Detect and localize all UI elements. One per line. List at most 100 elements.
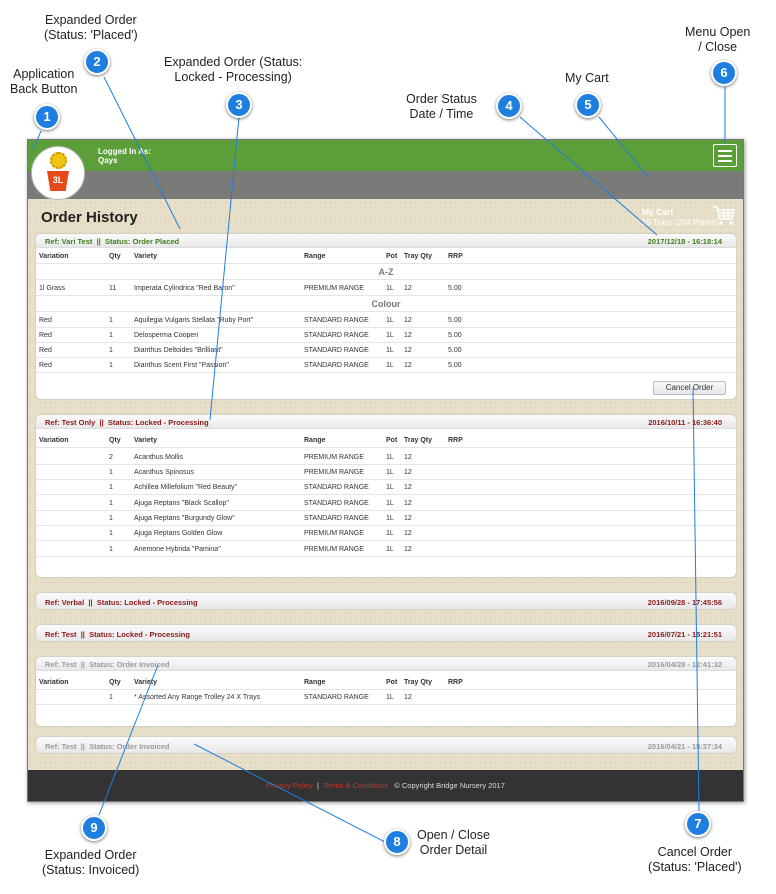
- table-row: Red 1 Delosperma Cooperi STANDARD RANGE …: [36, 328, 736, 343]
- annotation-label-2: Expanded Order (Status: 'Placed'): [44, 13, 138, 43]
- table-row: Red 1 Dianthus Deltoides "Brilliant" STA…: [36, 343, 736, 358]
- cell-qty: 1: [109, 362, 113, 369]
- annotation-badge-5: 5: [575, 92, 601, 118]
- cell-tray-qty: 12: [404, 469, 412, 476]
- cell-tray-qty: 12: [404, 500, 412, 507]
- annotation-label-1-text: Application Back Button: [10, 67, 78, 96]
- menu-icon: [718, 150, 732, 152]
- annotation-label-3: Expanded Order (Status: Locked - Process…: [164, 55, 302, 85]
- cell-variety: Delosperma Cooperi: [134, 332, 199, 339]
- table-row: 1 Ajuga Reptans "Burgundy Glow" STANDARD…: [36, 511, 736, 526]
- cell-range: PREMIUM RANGE: [304, 454, 364, 461]
- cell-tray-qty: 12: [404, 484, 412, 491]
- cell-tray-qty: 12: [404, 454, 412, 461]
- cell-range: PREMIUM RANGE: [304, 530, 364, 537]
- cell-range: PREMIUM RANGE: [304, 285, 364, 292]
- menu-toggle-button[interactable]: [713, 144, 737, 167]
- cell-pot: 1L: [386, 500, 394, 507]
- col-range: Range: [304, 253, 326, 260]
- col-range: Range: [304, 679, 326, 686]
- order-datetime: 2016/04/28 - 12:41:32: [647, 660, 722, 669]
- table-row: Red 1 Dianthus Scent First "Passion" STA…: [36, 358, 736, 373]
- order-header-toggle[interactable]: Ref: Test || Status: Order Invoiced 2016…: [36, 737, 736, 753]
- annotation-label-4-text: Order Status Date / Time: [406, 92, 477, 121]
- col-variety: Variety: [134, 253, 157, 260]
- annotation-label-8: Open / Close Order Detail: [417, 828, 490, 858]
- cell-qty: 1: [109, 515, 113, 522]
- table-header: Variation Qty Variety Range Pot Tray Qty…: [36, 249, 736, 264]
- annotation-label-3-text: Expanded Order (Status: Locked - Process…: [164, 55, 303, 84]
- annotation-badge-7: 7: [685, 811, 711, 837]
- cell-variation: Red: [39, 347, 52, 354]
- col-tray-qty: Tray Qty: [404, 437, 433, 444]
- cell-variety: Achillea Millefolium "Red Beauty": [134, 484, 238, 491]
- annotation-label-7: Cancel Order (Status: 'Placed'): [648, 845, 742, 875]
- col-rrp: RRP: [448, 679, 463, 686]
- cell-tray-qty: 12: [404, 317, 412, 324]
- col-range: Range: [304, 437, 326, 444]
- col-tray-qty: Tray Qty: [404, 679, 433, 686]
- order-sep: ||: [96, 237, 101, 246]
- col-variety: Variety: [134, 679, 157, 686]
- terms-link[interactable]: Terms & Conditions: [323, 781, 388, 790]
- annotation-badge-2: 2: [84, 49, 110, 75]
- annotation-badge-4: 4: [496, 93, 522, 119]
- table-row: 1 * Assorted Any Range Trolley 24 X Tray…: [36, 690, 736, 705]
- logo-pot: 3L: [47, 171, 69, 191]
- cell-rrp: 5.00: [448, 362, 462, 369]
- back-button-logo[interactable]: 3L: [31, 146, 85, 200]
- cell-qty: 1: [109, 694, 113, 701]
- cell-range: PREMIUM RANGE: [304, 469, 364, 476]
- col-variation: Variation: [39, 253, 69, 260]
- annotation-label-2-text: Expanded Order (Status: 'Placed'): [44, 13, 138, 42]
- annotation-label-4: Order Status Date / Time: [406, 92, 477, 122]
- my-cart-link[interactable]: My Cart 19 Trays (204 Plants): [642, 207, 718, 228]
- cell-pot: 1L: [386, 530, 394, 537]
- cell-variation: Red: [39, 332, 52, 339]
- cell-rrp: 5.00: [448, 347, 462, 354]
- table-header: Variation Qty Variety Range Pot Tray Qty…: [36, 675, 736, 690]
- privacy-policy-link[interactable]: Privacy Policy: [266, 781, 313, 790]
- order-header-toggle[interactable]: Ref: Verbal || Status: Locked - Processi…: [36, 593, 736, 609]
- cell-range: STANDARD RANGE: [304, 317, 369, 324]
- footer-sep: |: [316, 781, 319, 790]
- header-bar: Logged In As: Qays: [28, 140, 743, 171]
- order-sep: ||: [80, 660, 85, 669]
- cell-range: STANDARD RANGE: [304, 362, 369, 369]
- order-header-toggle[interactable]: Ref: Vari Test || Status: Order Placed 2…: [36, 234, 736, 248]
- col-rrp: RRP: [448, 253, 463, 260]
- cell-variety: * Assorted Any Range Trolley 24 X Trays: [134, 694, 261, 701]
- table-header: Variation Qty Variety Range Pot Tray Qty…: [36, 433, 736, 448]
- cell-tray-qty: 12: [404, 546, 412, 553]
- order-header-toggle[interactable]: Ref: Test Only || Status: Locked - Proce…: [36, 415, 736, 429]
- order-header-toggle[interactable]: Ref: Test || Status: Locked - Processing…: [36, 625, 736, 641]
- cell-tray-qty: 12: [404, 362, 412, 369]
- cell-range: PREMIUM RANGE: [304, 546, 364, 553]
- group-header: A-Z: [36, 265, 736, 280]
- order-ref: Ref: Verbal: [45, 598, 85, 607]
- cell-pot: 1L: [386, 694, 394, 701]
- order-header-toggle[interactable]: Ref: Test || Status: Order Invoiced 2016…: [36, 657, 736, 671]
- annotation-label-7-text: Cancel Order (Status: 'Placed'): [648, 845, 742, 874]
- cell-pot: 1L: [386, 317, 394, 324]
- cart-bar: My Cart 19 Trays (204 Plants): [28, 171, 743, 227]
- col-variety: Variety: [134, 437, 157, 444]
- logged-in-info: Logged In As: Qays: [98, 147, 151, 165]
- cell-tray-qty: 12: [404, 332, 412, 339]
- table-row: 1 Achillea Millefolium "Red Beauty" STAN…: [36, 480, 736, 495]
- cell-pot: 1L: [386, 332, 394, 339]
- col-pot: Pot: [386, 253, 398, 260]
- cell-pot: 1L: [386, 454, 394, 461]
- cell-range: STANDARD RANGE: [304, 500, 369, 507]
- order-header-left: Ref: Verbal || Status: Locked - Processi…: [45, 598, 198, 607]
- order-header-left: Ref: Test || Status: Order Invoiced: [45, 660, 170, 669]
- order-datetime: 2016/07/21 - 15:21:51: [647, 630, 722, 639]
- cell-tray-qty: 12: [404, 347, 412, 354]
- order-panel-collapsed: Ref: Test || Status: Locked - Processing…: [35, 624, 737, 642]
- cancel-order-button[interactable]: Cancel Order: [653, 381, 726, 395]
- cell-qty: 11: [109, 285, 117, 292]
- cell-rrp: 5.00: [448, 317, 462, 324]
- cell-qty: 1: [109, 469, 113, 476]
- cart-icon[interactable]: [712, 205, 736, 227]
- cell-variety: Dianthus Deltoides "Brilliant": [134, 347, 223, 354]
